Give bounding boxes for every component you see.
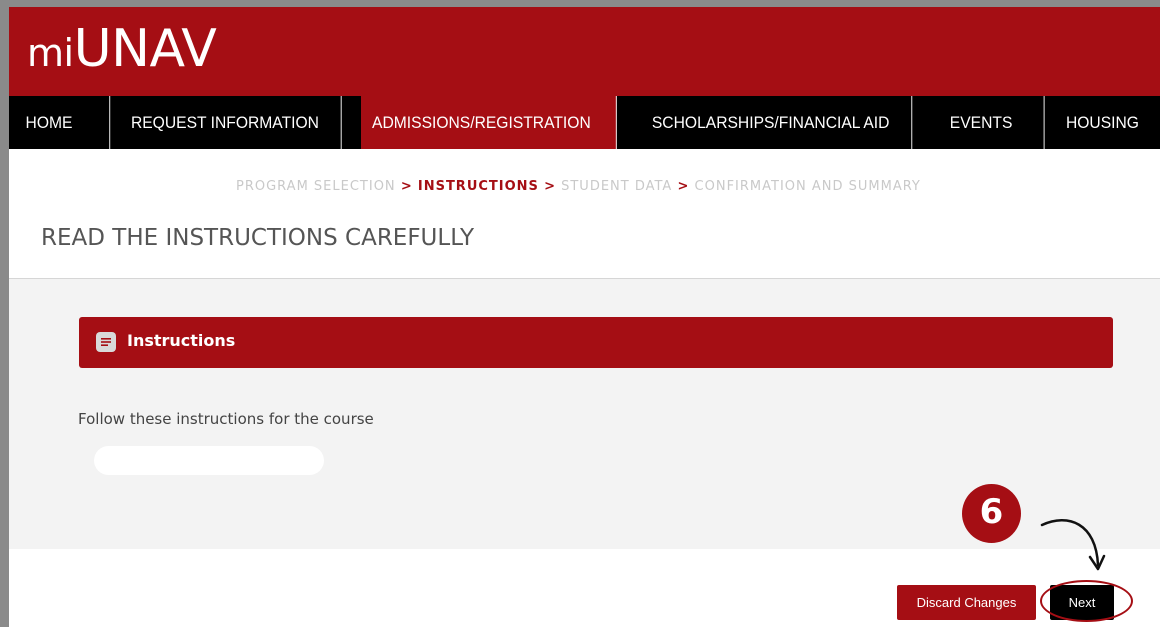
breadcrumb-separator: > (400, 179, 413, 194)
nav-item-request-information[interactable]: REQUEST INFORMATION (119, 96, 342, 149)
instructions-panel-header: Instructions (79, 317, 1113, 368)
content-header: PROGRAM SELECTION > INSTRUCTIONS > STUDE… (9, 149, 1160, 279)
nav-item-housing[interactable]: HOUSING (1054, 96, 1152, 149)
nav-item-admissions-registration[interactable]: ADMISSIONS/REGISTRATION (361, 96, 617, 149)
instructions-body-text: Follow these instructions for the course (78, 410, 374, 428)
main-nav: HOME REQUEST INFORMATION ADMISSIONS/REGI… (9, 96, 1160, 149)
breadcrumb-separator: > (677, 179, 690, 194)
site-logo[interactable]: miUNAV (27, 13, 217, 89)
breadcrumb-step-confirmation-summary: CONFIRMATION AND SUMMARY (694, 179, 921, 194)
instructions-panel-title: Instructions (127, 331, 236, 350)
breadcrumb-step-student-data: STUDENT DATA (561, 179, 673, 194)
nav-item-scholarships-financial-aid[interactable]: SCHOLARSHIPS/FINANCIAL AID (639, 96, 913, 149)
next-button[interactable]: Next (1050, 585, 1114, 620)
discard-changes-button[interactable]: Discard Changes (897, 585, 1036, 620)
page-title: READ THE INSTRUCTIONS CAREFULLY (41, 225, 475, 251)
logo-prefix: mi (27, 31, 74, 75)
breadcrumb-step-program-selection: PROGRAM SELECTION (236, 179, 396, 194)
site-header: miUNAV (9, 7, 1160, 96)
breadcrumb: PROGRAM SELECTION > INSTRUCTIONS > STUDE… (236, 179, 921, 194)
nav-item-home[interactable]: HOME (9, 96, 111, 149)
step-number-badge: 6 (962, 484, 1021, 543)
breadcrumb-step-instructions: INSTRUCTIONS (417, 179, 539, 194)
breadcrumb-separator: > (544, 179, 556, 194)
pointer-arrow-icon (1040, 519, 1106, 571)
instructions-blank-field (94, 446, 324, 475)
logo-main: UNAV (73, 19, 217, 79)
document-icon (96, 332, 116, 352)
nav-item-events[interactable]: EVENTS (936, 96, 1045, 149)
